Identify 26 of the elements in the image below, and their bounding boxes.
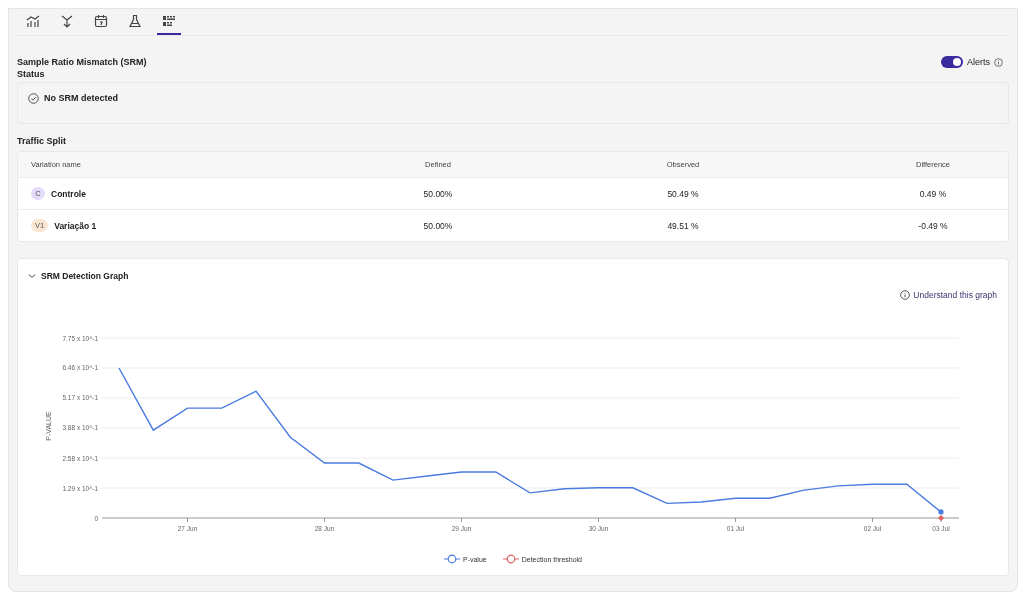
table-cell-text: 50.49 %: [666, 188, 700, 199]
merge-icon: [60, 14, 74, 28]
table-cell-text: 50.00%: [422, 188, 454, 199]
chart-icon: [26, 14, 40, 28]
chevron-icon: [28, 272, 36, 280]
grid-icon: [162, 14, 176, 28]
info-icon: [994, 57, 1003, 67]
table-cell-text: 50.00%: [422, 220, 454, 231]
check-circle-icon: [28, 93, 39, 104]
alerts-toggle[interactable]: [941, 56, 963, 68]
variation-name: Variação 1: [54, 220, 97, 231]
help-link[interactable]: Understand this graph: [900, 290, 997, 300]
section-title: Sample Ratio Mismatch (SRM) Status: [17, 56, 148, 80]
section-title: Traffic Split: [17, 136, 67, 146]
variation-name: Controle: [51, 188, 86, 199]
alerts-label: Alerts: [967, 57, 990, 67]
calendar-icon: [94, 14, 108, 28]
status-message: No SRM detected: [44, 93, 118, 103]
table-cell-text: 49.51 %: [666, 220, 700, 231]
legend-marker: [502, 554, 519, 564]
flask-icon: [128, 14, 142, 28]
table-cell-text: -0.49 %: [917, 220, 949, 231]
info-icon: [900, 290, 911, 300]
legend-marker: [443, 554, 460, 564]
graph-toggle[interactable]: SRM Detection Graph: [18, 271, 129, 281]
table-cell-text: 0.49 %: [918, 188, 948, 199]
